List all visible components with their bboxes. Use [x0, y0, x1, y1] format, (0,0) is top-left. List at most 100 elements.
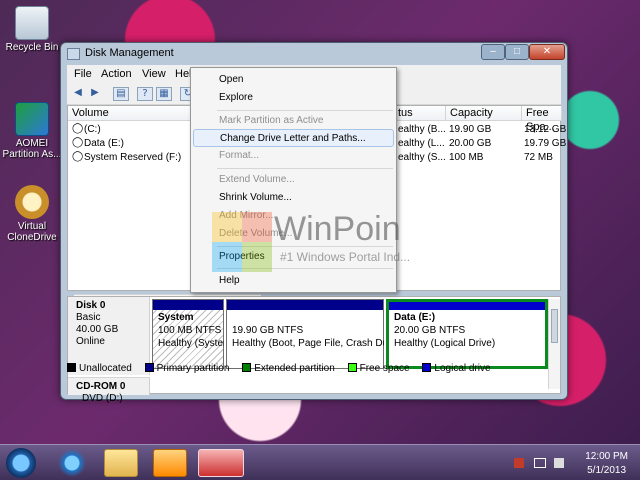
- window-title: Disk Management: [85, 47, 174, 59]
- aomei-icon: [15, 102, 49, 136]
- drive-icon: ◯: [72, 123, 84, 134]
- minimize-button[interactable]: –: [481, 44, 505, 60]
- clock-date: 5/1/2013: [587, 465, 627, 476]
- disk-0-state: Online: [76, 336, 105, 347]
- legend-unallocated-swatch: [67, 363, 76, 372]
- partition-c[interactable]: 19.90 GB NTFS Healthy (Boot, Page File, …: [226, 299, 384, 369]
- desktop-icon-label: Virtual CloneDrive: [7, 221, 57, 243]
- menu-separator: [217, 110, 393, 111]
- desktop-icon-label: Recycle Bin: [5, 42, 59, 53]
- menu-file[interactable]: File: [74, 68, 92, 80]
- volume-free-space: 19.79 GB: [524, 138, 567, 149]
- maximize-button[interactable]: □: [505, 44, 529, 60]
- menu-action[interactable]: Action: [101, 68, 132, 80]
- legend-logical: Logical drive: [434, 363, 491, 374]
- menu-item-open[interactable]: Open: [193, 71, 394, 89]
- internet-explorer-icon[interactable]: [55, 449, 89, 477]
- partition-data-e[interactable]: Data (E:) 20.00 GB NTFS Healthy (Logical…: [386, 299, 548, 369]
- disk-0-name: Disk 0: [76, 300, 106, 311]
- forward-icon[interactable]: ▶: [87, 87, 103, 101]
- menu-item-extend[interactable]: Extend Volume...: [193, 171, 394, 189]
- volume-name: (C:): [84, 124, 101, 135]
- desktop-icon-clonedrive[interactable]: Virtual CloneDrive: [0, 185, 64, 243]
- drive-icon: ◯: [72, 151, 84, 162]
- legend-extended-swatch: [242, 363, 252, 372]
- partition-size: 100 MB NTFS: [158, 325, 222, 336]
- partition-size: 19.90 GB NTFS: [232, 325, 304, 336]
- desktop-icon-recycle-bin[interactable]: Recycle Bin: [0, 6, 64, 53]
- start-orb-icon[interactable]: [6, 448, 36, 478]
- volume-status: ealthy (B...: [398, 124, 446, 135]
- legend-free: Free space: [359, 363, 410, 374]
- menu-separator: [217, 168, 393, 169]
- legend-primary-swatch: [144, 363, 154, 372]
- disk-management-icon: [67, 48, 80, 60]
- column-capacity[interactable]: Capacity: [446, 106, 522, 121]
- legend-unallocated: Unallocated: [79, 363, 132, 374]
- menu-item-change-drive-letter[interactable]: Change Drive Letter and Paths...: [193, 129, 394, 147]
- legend-primary: Primary partition: [156, 363, 230, 374]
- window-titlebar[interactable]: Disk Management – □ ✕: [61, 43, 567, 65]
- vertical-scrollbar[interactable]: [548, 299, 560, 389]
- volume-status: ealthy (S...: [398, 152, 446, 163]
- menu-item-help[interactable]: Help: [193, 272, 394, 290]
- winpoin-watermark: WinPoin #1 Windows Portal Ind...: [212, 210, 432, 272]
- disk-management-icon[interactable]: [198, 449, 244, 477]
- partition-size: 20.00 GB NTFS: [394, 325, 466, 336]
- volume-name: Data (E:): [84, 138, 125, 149]
- system-clock[interactable]: 12:00 PM 5/1/2013: [585, 450, 628, 478]
- partition-bar: [389, 302, 545, 310]
- desktop-icon-aomei[interactable]: AOMEI Partition As...: [0, 102, 64, 160]
- tray-network-icon[interactable]: [534, 458, 546, 468]
- legend-extended: Extended partition: [254, 363, 335, 374]
- menu-item-shrink[interactable]: Shrink Volume...: [193, 189, 394, 207]
- volume-status: ealthy (L...: [398, 138, 445, 149]
- partition-bar: [153, 300, 223, 310]
- legend-free-swatch: [347, 363, 357, 372]
- volume-capacity: 19.90 GB: [449, 124, 492, 135]
- drive-icon: ◯: [72, 137, 84, 148]
- windows-explorer-icon[interactable]: [104, 449, 138, 477]
- menu-item-mark-active[interactable]: Mark Partition as Active: [193, 112, 394, 130]
- volume-capacity: 20.00 GB: [449, 138, 492, 149]
- cdrom-0-label[interactable]: CD-ROM 0 DVD (D:): [68, 377, 150, 404]
- partition-status: Healthy (Boot, Page File, Crash Dur: [232, 338, 384, 349]
- close-button[interactable]: ✕: [529, 44, 565, 60]
- volume-free-space: 72 MB: [524, 152, 553, 163]
- properties-icon[interactable]: ▦: [156, 87, 172, 101]
- disk-graph-area: Disk 0 Basic 40.00 GB Online System 100 …: [67, 296, 561, 404]
- menu-item-format[interactable]: Format...: [193, 147, 394, 165]
- menu-item-explore[interactable]: Explore: [193, 89, 394, 107]
- column-status[interactable]: tus: [394, 106, 446, 121]
- recycle-bin-icon: [15, 6, 49, 40]
- cdrom-type: DVD (D:): [82, 393, 123, 404]
- watermark-subtitle: #1 Windows Portal Ind...: [280, 250, 411, 264]
- column-free-space[interactable]: Free Spa...: [522, 106, 562, 133]
- disk-0-type: Basic: [76, 312, 101, 323]
- tray-volume-icon[interactable]: [554, 458, 564, 468]
- partition-system-reserved[interactable]: System 100 MB NTFS Healthy (Syster: [152, 299, 224, 369]
- column-volume[interactable]: Volume: [68, 106, 192, 121]
- partition-name: Data (E:): [394, 312, 436, 323]
- clock-time: 12:00 PM: [585, 451, 628, 462]
- windows-logo-icon: [212, 212, 272, 272]
- taskbar: 12:00 PM 5/1/2013: [0, 444, 640, 480]
- cdrom-name: CD-ROM 0: [76, 381, 126, 392]
- desktop-icon-label: AOMEI Partition As...: [2, 138, 62, 160]
- partition-bar: [227, 300, 383, 310]
- tray-flag-icon[interactable]: [514, 458, 524, 468]
- volume-name: System Reserved (F:): [84, 152, 182, 163]
- scrollbar-thumb[interactable]: [551, 309, 558, 343]
- menu-view[interactable]: View: [142, 68, 166, 80]
- clonedrive-icon: [15, 185, 49, 219]
- disk-0-size: 40.00 GB: [76, 324, 119, 335]
- partition-name: System: [158, 312, 194, 323]
- help-icon[interactable]: ?: [137, 87, 153, 101]
- legend: Unallocated Primary partition Extended p…: [67, 363, 501, 377]
- console-tree-icon[interactable]: ▤: [113, 87, 129, 101]
- volume-free-space: 13.12 GB: [524, 124, 567, 135]
- legend-logical-swatch: [422, 363, 432, 372]
- watermark-title: WinPoin: [274, 210, 401, 248]
- media-player-icon[interactable]: [153, 449, 187, 477]
- back-icon[interactable]: ◀: [70, 87, 86, 101]
